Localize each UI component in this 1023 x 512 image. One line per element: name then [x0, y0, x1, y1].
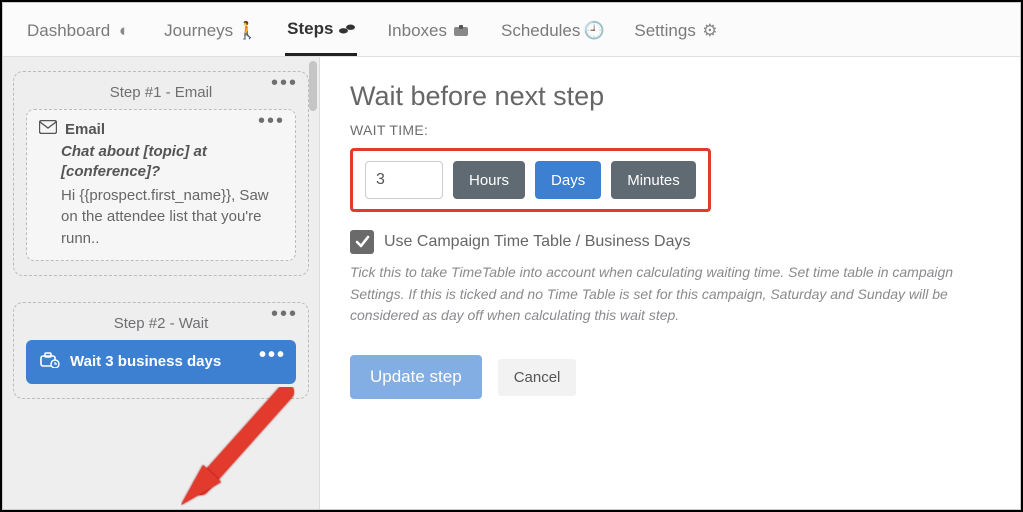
cancel-button[interactable]: Cancel — [498, 359, 577, 396]
main-panel: Wait before next step WAIT TIME: Hours D… — [320, 57, 1020, 509]
page-title: Wait before next step — [350, 81, 990, 112]
clock-icon: 🕘 — [586, 23, 602, 39]
unit-minutes-button[interactable]: Minutes — [611, 161, 696, 199]
tab-settings[interactable]: Settings ⚙ — [632, 13, 719, 56]
wait-time-label: WAIT TIME: — [350, 122, 990, 138]
business-days-checkbox[interactable] — [350, 230, 374, 254]
tab-schedules[interactable]: Schedules 🕘 — [499, 13, 604, 56]
step-2-title: Step #2 - Wait — [26, 315, 296, 332]
step-1-title: Step #1 - Email — [26, 84, 296, 101]
annotation-arrow — [181, 387, 301, 507]
envelope-icon — [39, 120, 57, 138]
step-1-card[interactable]: ••• Step #1 - Email ••• Email Chat about… — [13, 71, 309, 276]
tab-steps[interactable]: Steps — [285, 13, 357, 56]
tab-inboxes-label: Inboxes — [387, 21, 447, 41]
briefcase-clock-icon — [40, 352, 60, 372]
steps-sidebar: ••• Step #1 - Email ••• Email Chat about… — [3, 57, 320, 509]
step-2-card[interactable]: ••• Step #2 - Wait Wait 3 business days … — [13, 302, 309, 399]
wait-chip[interactable]: Wait 3 business days ••• — [26, 340, 296, 384]
gauge-icon: ◐ — [116, 23, 132, 39]
step-1-email-menu-icon[interactable]: ••• — [258, 116, 285, 126]
tab-dashboard[interactable]: Dashboard ◐ — [25, 13, 134, 56]
tab-journeys[interactable]: Journeys 🚶 — [162, 13, 257, 56]
email-preview: Hi {{prospect.first_name}}, Saw on the a… — [61, 185, 283, 250]
tab-schedules-label: Schedules — [501, 21, 580, 41]
email-label: Email — [65, 121, 105, 138]
scrollbar-thumb[interactable] — [309, 61, 317, 111]
email-subject: Chat about [topic] at [conference]? — [61, 142, 283, 183]
gear-icon: ⚙ — [702, 23, 718, 39]
business-days-label: Use Campaign Time Table / Business Days — [384, 233, 691, 251]
wait-value-input[interactable] — [365, 161, 443, 199]
step-1-email-box[interactable]: ••• Email Chat about [topic] at [confere… — [26, 109, 296, 261]
wait-chip-label: Wait 3 business days — [70, 353, 221, 370]
wait-time-highlight: Hours Days Minutes — [350, 148, 711, 212]
business-days-help: Tick this to take TimeTable into account… — [350, 262, 990, 327]
update-step-button[interactable]: Update step — [350, 355, 482, 399]
step-2-menu-icon[interactable]: ••• — [271, 309, 298, 319]
wait-chip-menu-icon[interactable]: ••• — [259, 350, 286, 360]
inbox-icon — [453, 23, 469, 39]
tab-settings-label: Settings — [634, 21, 695, 41]
unit-hours-button[interactable]: Hours — [453, 161, 525, 199]
tab-dashboard-label: Dashboard — [27, 21, 110, 41]
tab-steps-label: Steps — [287, 19, 333, 39]
steps-icon — [339, 21, 355, 37]
top-tabs: Dashboard ◐ Journeys 🚶 Steps Inboxes Sch… — [3, 3, 1020, 57]
step-1-menu-icon[interactable]: ••• — [271, 78, 298, 88]
tab-journeys-label: Journeys — [164, 21, 233, 41]
unit-days-button[interactable]: Days — [535, 161, 601, 199]
tab-inboxes[interactable]: Inboxes — [385, 13, 471, 56]
walk-icon: 🚶 — [239, 23, 255, 39]
